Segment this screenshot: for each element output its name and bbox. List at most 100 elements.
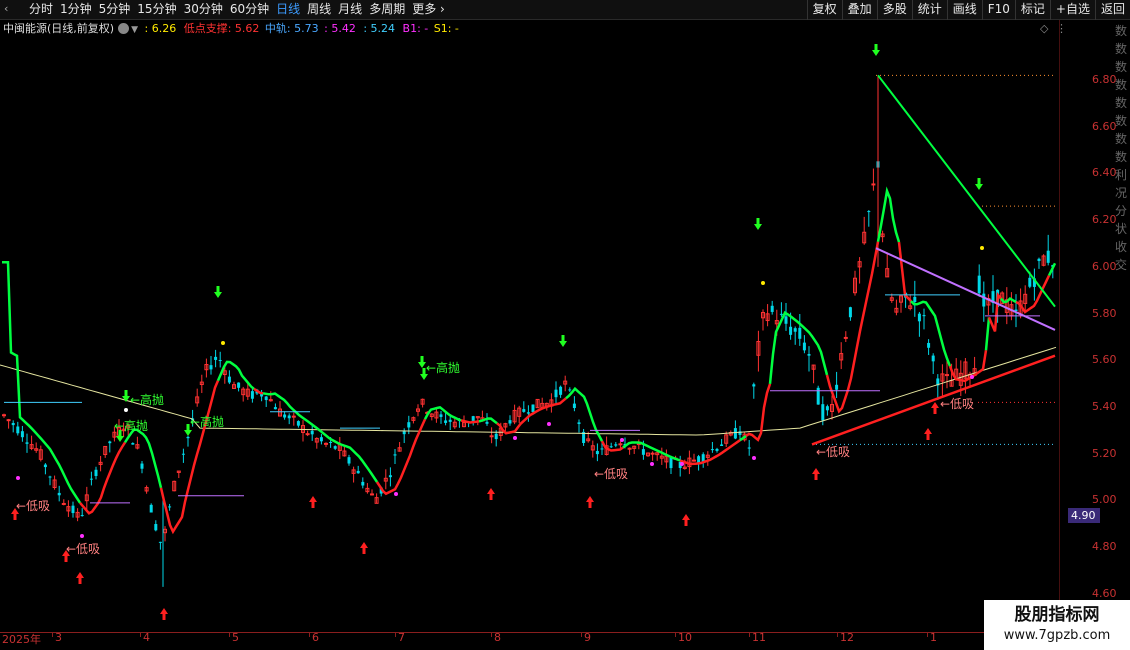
signal-dot	[650, 462, 654, 466]
candle-down	[697, 456, 701, 463]
candle-down	[922, 315, 926, 317]
sell-arrow-icon	[559, 335, 567, 347]
candle-down	[186, 436, 190, 439]
side-tab-10[interactable]: 分	[1115, 204, 1130, 218]
date-tick: 7	[398, 631, 405, 644]
side-tab-8[interactable]: 利	[1115, 168, 1130, 182]
signal-label: ←高抛	[130, 392, 164, 407]
price-tick: 5.60	[1092, 353, 1117, 367]
candle-down	[168, 506, 172, 508]
candle-down	[48, 476, 52, 478]
candle-down	[733, 428, 737, 439]
candle-up	[692, 459, 696, 462]
side-tab-3[interactable]: 数	[1115, 78, 1130, 92]
candle-down	[917, 313, 921, 322]
price-tick: 5.40	[1092, 400, 1117, 414]
candle-down	[94, 469, 98, 476]
price-tick: 6.00	[1092, 259, 1117, 273]
date-tick: 3	[55, 631, 62, 644]
candle-down	[508, 420, 512, 424]
candle-down	[273, 407, 277, 410]
candle-down	[444, 420, 448, 423]
price-chart[interactable]: ←高抛 ←高抛 ←高抛 ←高抛 ←低吸 ←低吸 ←低吸 ←低吸 ←低吸	[0, 0, 1060, 632]
candle-down	[319, 437, 323, 442]
trend-band-line	[622, 441, 681, 462]
side-tab-7[interactable]: 数	[1115, 150, 1130, 164]
candle-down	[927, 342, 931, 348]
signal-label: ←低吸	[66, 542, 100, 556]
signal-dot	[620, 438, 624, 442]
candle-down	[802, 342, 806, 351]
candle-down	[522, 409, 526, 412]
candle-down	[227, 376, 231, 383]
signal-dot	[513, 436, 517, 440]
candle-down	[43, 464, 47, 468]
candle-up	[291, 415, 296, 418]
signal-dot	[970, 375, 974, 379]
watermark: 股朋指标网 www.7gpzb.com	[984, 600, 1130, 650]
tool-button-8[interactable]: 返回	[1094, 0, 1130, 20]
price-tick: 6.60	[1092, 119, 1117, 133]
trend-band-line	[2, 260, 82, 504]
long-ma-line	[0, 346, 1057, 436]
candle-down	[158, 541, 162, 543]
sell-arrow-icon	[872, 44, 880, 56]
side-tab-13[interactable]: 交	[1115, 258, 1130, 272]
signal-dot	[221, 341, 225, 345]
trend-band-line	[496, 397, 567, 435]
side-tab-11[interactable]: 状	[1115, 222, 1130, 236]
side-tab-12[interactable]: 收	[1115, 240, 1130, 254]
candle-down	[609, 446, 613, 448]
candle-down	[747, 447, 751, 449]
buy-arrow-icon	[924, 428, 932, 440]
candle-down	[494, 433, 498, 440]
candle-down	[821, 404, 825, 421]
candle-down	[154, 524, 158, 531]
current-price-box: 4.90	[1068, 508, 1100, 523]
candle-down	[752, 384, 756, 387]
sell-arrow-icon	[122, 390, 130, 402]
candle-down	[333, 446, 337, 449]
side-tab-2[interactable]: 数	[1115, 60, 1130, 74]
candle-down	[572, 403, 576, 409]
signal-dot	[124, 408, 128, 412]
trend-band-line	[984, 317, 991, 351]
candle-down	[715, 448, 719, 451]
candle-down	[848, 307, 852, 318]
candle-down	[393, 454, 397, 456]
date-tick: 11	[752, 631, 766, 644]
buy-arrow-icon	[309, 496, 317, 508]
side-panel-tabs[interactable]: 数数数数数数数数利况分状收交	[1115, 24, 1130, 276]
price-tick: 6.20	[1092, 213, 1117, 227]
candle-down	[329, 441, 333, 443]
candle-down	[531, 404, 535, 413]
signal-label: ←高抛	[426, 360, 460, 375]
candle-down	[250, 391, 254, 399]
candle-up	[650, 452, 655, 455]
candle-down	[237, 382, 241, 388]
side-tab-1[interactable]: 数	[1115, 42, 1130, 56]
side-tab-5[interactable]: 数	[1115, 114, 1130, 128]
trend-band-line	[825, 241, 880, 414]
candle-down	[16, 426, 20, 434]
price-tick: 4.80	[1092, 540, 1117, 554]
side-tab-6[interactable]: 数	[1115, 132, 1130, 146]
side-tab-9[interactable]: 况	[1115, 186, 1130, 200]
candle-down	[600, 448, 604, 450]
date-tick: 6	[312, 631, 319, 644]
candle-down	[347, 457, 351, 464]
candle-down	[439, 414, 443, 417]
signal-label: ←低吸	[940, 397, 974, 411]
signal-dot	[80, 534, 84, 538]
trend-band-line	[123, 428, 163, 489]
candle-down	[595, 451, 599, 455]
side-tab-4[interactable]: 数	[1115, 96, 1130, 110]
candle-down	[931, 355, 935, 362]
candle-down	[485, 421, 489, 424]
candle-down	[214, 356, 218, 360]
side-tab-0[interactable]: 数	[1115, 24, 1130, 38]
candle-down	[283, 414, 287, 418]
price-tick: 5.80	[1092, 306, 1117, 320]
buy-arrow-icon	[160, 608, 168, 620]
candle-up	[324, 442, 328, 445]
